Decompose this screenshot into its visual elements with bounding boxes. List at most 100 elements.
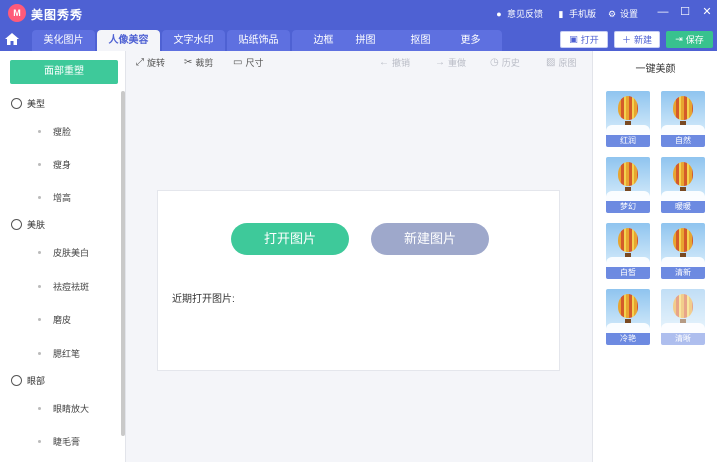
bullet-dot xyxy=(38,251,41,254)
bullet-dot xyxy=(38,163,41,166)
balloon-image xyxy=(673,96,693,120)
crop-tool[interactable]: ✂ 裁剪 xyxy=(184,56,213,69)
preset-label: 冷艳 xyxy=(606,333,650,345)
bullet-dot xyxy=(38,196,41,199)
open-image-button[interactable]: 打开图片 xyxy=(231,223,349,255)
resize-icon: ▭ xyxy=(233,57,243,68)
cloud-shape xyxy=(606,191,650,201)
skin-icon xyxy=(11,218,22,230)
sidebar-item-slim-face[interactable]: 瘦脸 xyxy=(38,125,71,138)
original-tool[interactable]: ▨ 原图 xyxy=(546,56,576,69)
start-card: 打开图片 新建图片 近期打开图片: xyxy=(157,190,560,371)
preset-thumbnail[interactable]: 自然 xyxy=(661,91,705,147)
tab-more[interactable]: 更多 xyxy=(439,30,502,51)
app-title: 美图秀秀 xyxy=(31,8,84,22)
export-icon: ⇥ xyxy=(675,34,683,44)
balloon-image xyxy=(673,228,693,252)
close-button[interactable]: ✕ xyxy=(700,5,714,19)
app-logo: M xyxy=(8,4,26,22)
eye-icon xyxy=(11,374,22,386)
tab-collage[interactable]: 拼图 xyxy=(334,30,397,51)
preset-thumbnail[interactable]: 梦幻 xyxy=(606,157,650,213)
plus-icon: ＋ xyxy=(621,35,631,45)
section-skin[interactable]: 美肤 xyxy=(0,215,120,233)
rotate-icon: ⤢ xyxy=(136,57,144,68)
chat-icon: ● xyxy=(496,8,502,19)
feedback-button[interactable]: ● 意见反馈 xyxy=(494,7,543,20)
bullet-dot xyxy=(38,407,41,410)
save-button[interactable]: ⇥ 保存 xyxy=(666,31,713,48)
sidebar-item-whitening[interactable]: 皮肤美白 xyxy=(38,246,89,259)
undo-tool[interactable]: ← 撤销 xyxy=(379,56,410,69)
preset-thumbnail[interactable]: 红润 xyxy=(606,91,650,147)
preset-label: 梦幻 xyxy=(606,201,650,213)
bullet-dot xyxy=(38,440,41,443)
main-tab-bar: 美化图片 人像美容 文字水印 贴纸饰品 边框 拼图 抠图 更多 ▣ 打开 ＋ 新… xyxy=(0,26,717,51)
section-eyes[interactable]: 眼部 xyxy=(0,371,120,389)
balloon-image xyxy=(618,228,638,252)
balloon-image xyxy=(673,294,693,318)
cloud-shape xyxy=(606,125,650,135)
tab-beautify[interactable]: 美化图片 xyxy=(32,30,95,51)
new-image-button[interactable]: 新建图片 xyxy=(371,223,489,255)
balloon-image xyxy=(673,162,693,186)
tab-portrait[interactable]: 人像美容 xyxy=(97,30,160,51)
sidebar-item-heighten[interactable]: 增高 xyxy=(38,191,71,204)
left-sidebar: 面部重塑 美型 瘦脸 瘦身 增高 美肤 皮肤美白 祛痘祛斑 磨皮 腮红笔 眼部 xyxy=(0,51,126,462)
balloon-image xyxy=(618,294,638,318)
preset-label: 清新 xyxy=(661,267,705,279)
size-tool[interactable]: ▭ 尺寸 xyxy=(233,56,263,69)
sidebar-item-slim-body[interactable]: 瘦身 xyxy=(38,158,71,171)
preset-label: 自然 xyxy=(661,135,705,147)
preset-thumbnail[interactable]: 清新 xyxy=(661,223,705,279)
sidebar-item-mascara[interactable]: 睫毛膏 xyxy=(38,435,80,448)
preset-thumbnail[interactable]: 冷艳 xyxy=(606,289,650,345)
sidebar-item-acne-removal[interactable]: 祛痘祛斑 xyxy=(38,280,89,293)
history-tool[interactable]: ◷ 历史 xyxy=(490,56,520,69)
balloon-image xyxy=(618,96,638,120)
image-icon: ▣ xyxy=(569,34,578,44)
cloud-shape xyxy=(606,323,650,333)
sidebar-item-eye-enlarge[interactable]: 眼睛放大 xyxy=(38,402,89,415)
open-button[interactable]: ▣ 打开 xyxy=(560,31,608,48)
clock-icon: ◷ xyxy=(490,57,499,68)
minimize-button[interactable]: — xyxy=(656,5,670,19)
sidebar-item-smoothing[interactable]: 磨皮 xyxy=(38,313,71,326)
maximize-button[interactable]: ☐ xyxy=(678,5,692,19)
preset-thumbnail[interactable]: 清晰 xyxy=(661,289,705,345)
gear-icon: ⚙ xyxy=(607,8,617,19)
cloud-shape xyxy=(661,257,705,267)
sidebar-scrollbar[interactable] xyxy=(121,91,125,436)
cloud-shape xyxy=(606,257,650,267)
one-click-beauty-panel: 一键美颜 红润 自然 梦幻 暖暖 白皙 清新 冷艳 清晰 xyxy=(592,51,717,462)
settings-button[interactable]: ⚙ 设置 xyxy=(607,7,638,20)
new-button[interactable]: ＋ 新建 xyxy=(614,31,660,48)
recent-images-label: 近期打开图片: xyxy=(172,294,235,305)
title-bar: M 美图秀秀 ● 意见反馈 ▮ 手机版 ⚙ 设置 — ☐ ✕ xyxy=(0,0,717,26)
tab-text-watermark[interactable]: 文字水印 xyxy=(162,30,225,51)
preset-label: 暖暖 xyxy=(661,201,705,213)
panel-title: 一键美颜 xyxy=(635,64,676,75)
sidebar-item-blush[interactable]: 腮红笔 xyxy=(38,347,80,360)
home-icon[interactable] xyxy=(4,32,20,46)
scissors-icon: ✂ xyxy=(184,57,193,68)
redo-tool[interactable]: → 重做 xyxy=(435,56,466,69)
rotate-tool[interactable]: ⤢ 旋转 xyxy=(136,56,165,69)
bullet-dot xyxy=(38,285,41,288)
bullet-dot xyxy=(38,318,41,321)
undo-arrow-icon: ← xyxy=(379,57,389,68)
preset-thumbnail[interactable]: 暖暖 xyxy=(661,157,705,213)
preset-label: 清晰 xyxy=(661,333,705,345)
mobile-button[interactable]: ▮ 手机版 xyxy=(556,7,597,20)
bullet-dot xyxy=(38,130,41,133)
cloud-shape xyxy=(661,323,705,333)
image-icon: ▨ xyxy=(546,57,556,68)
preset-thumbnail[interactable]: 白皙 xyxy=(606,223,650,279)
preset-label: 白皙 xyxy=(606,267,650,279)
bullet-dot xyxy=(38,352,41,355)
face-icon xyxy=(11,97,22,109)
balloon-image xyxy=(618,162,638,186)
face-reshape-button[interactable]: 面部重塑 xyxy=(10,60,118,84)
tab-stickers[interactable]: 贴纸饰品 xyxy=(227,30,290,51)
section-shape[interactable]: 美型 xyxy=(0,94,120,112)
